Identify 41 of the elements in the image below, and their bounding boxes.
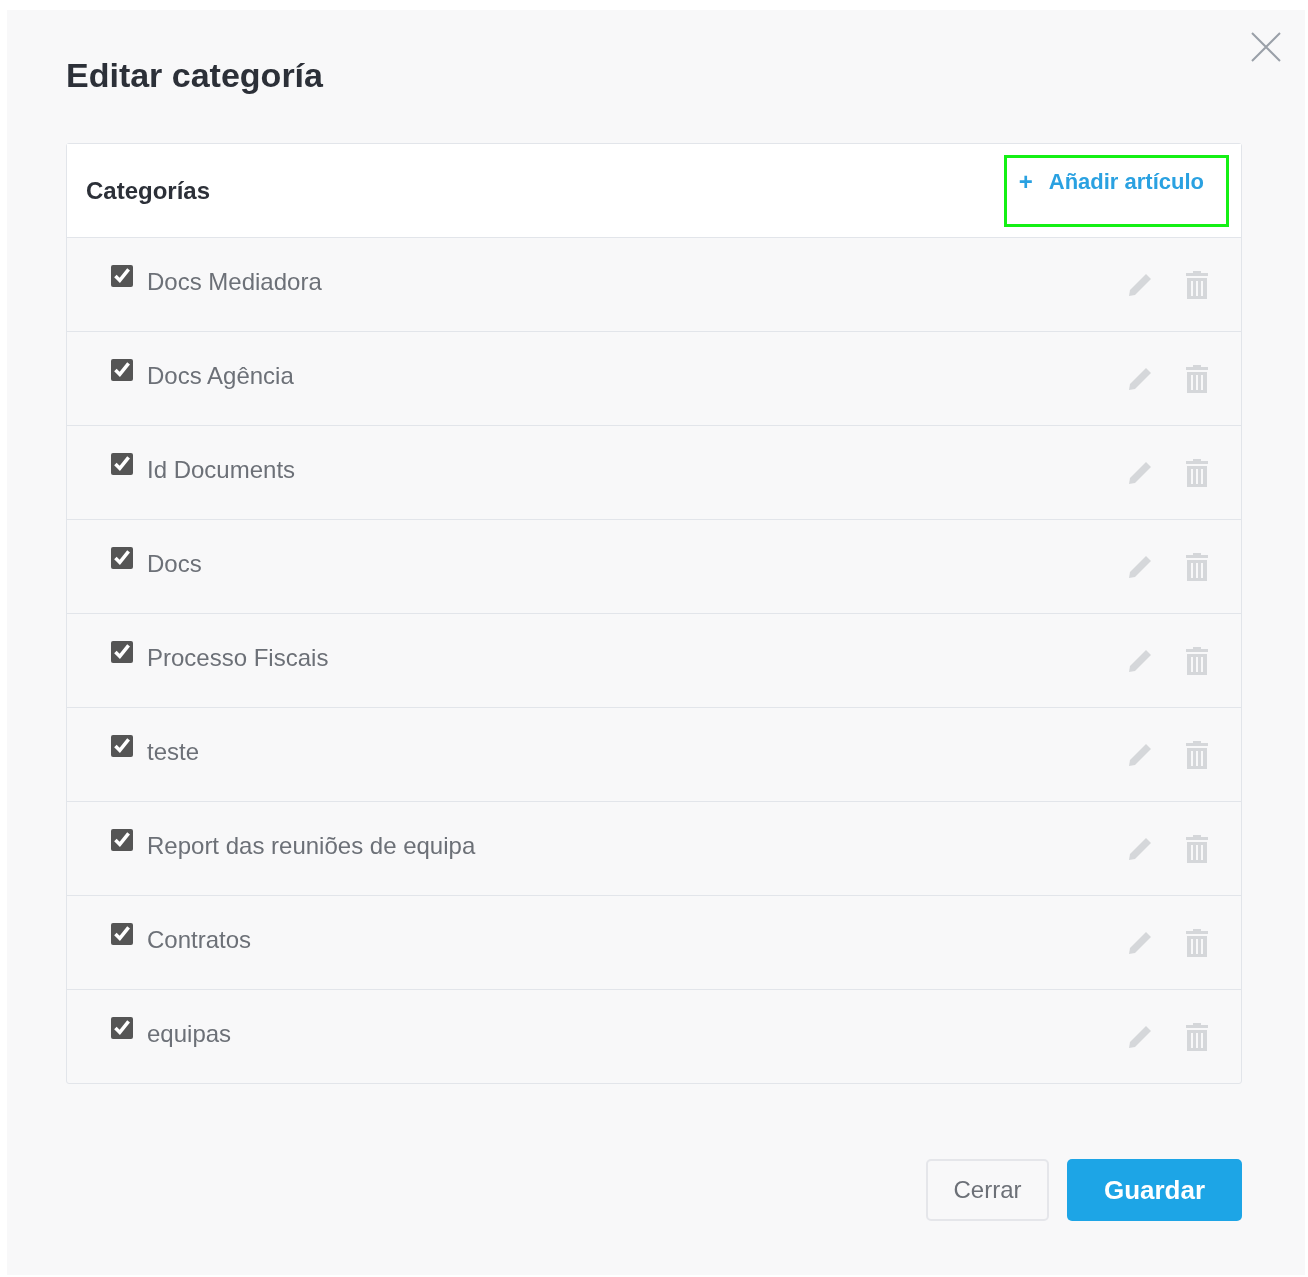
category-label: Report das reuniões de equipa: [147, 831, 476, 860]
category-checkbox[interactable]: [111, 1016, 133, 1039]
category-label: Docs Agência: [147, 361, 294, 390]
category-checkbox[interactable]: [111, 640, 133, 663]
pencil-icon[interactable]: [1127, 835, 1153, 862]
category-checkbox[interactable]: [111, 264, 133, 287]
trash-icon[interactable]: [1185, 645, 1209, 676]
close-icon[interactable]: [1251, 32, 1281, 62]
pencil-icon[interactable]: [1127, 459, 1153, 486]
trash-icon[interactable]: [1185, 363, 1209, 394]
panel-title: Categorías: [86, 176, 211, 205]
pencil-icon[interactable]: [1127, 929, 1153, 956]
pencil-icon[interactable]: [1127, 365, 1153, 392]
pencil-icon[interactable]: [1127, 647, 1153, 674]
category-checkbox[interactable]: [111, 734, 133, 757]
category-label: Contratos: [147, 925, 252, 954]
category-checkbox[interactable]: [111, 546, 133, 569]
category-label: Id Documents: [147, 455, 296, 484]
pencil-icon[interactable]: [1127, 741, 1153, 768]
pencil-icon[interactable]: [1127, 271, 1153, 298]
pencil-icon[interactable]: [1127, 553, 1153, 580]
category-label: Processo Fiscais: [147, 643, 329, 672]
pencil-icon[interactable]: [1127, 1023, 1153, 1050]
trash-icon[interactable]: [1185, 457, 1209, 488]
trash-icon[interactable]: [1185, 1021, 1209, 1052]
save-button[interactable]: Guardar: [1067, 1159, 1242, 1221]
category-label: teste: [147, 737, 200, 766]
category-checkbox[interactable]: [111, 922, 133, 945]
category-checkbox[interactable]: [111, 358, 133, 381]
trash-icon[interactable]: [1185, 739, 1209, 770]
category-label: equipas: [147, 1019, 232, 1048]
category-checkbox[interactable]: [111, 452, 133, 475]
add-item-link[interactable]: + Añadir artículo: [1003, 154, 1229, 227]
trash-icon[interactable]: [1185, 269, 1209, 300]
category-label: Docs: [147, 549, 202, 578]
trash-icon[interactable]: [1185, 927, 1209, 958]
trash-icon[interactable]: [1185, 833, 1209, 864]
category-label: Docs Mediadora: [147, 267, 322, 296]
close-button[interactable]: Cerrar: [926, 1159, 1049, 1221]
trash-icon[interactable]: [1185, 551, 1209, 582]
category-checkbox[interactable]: [111, 828, 133, 851]
